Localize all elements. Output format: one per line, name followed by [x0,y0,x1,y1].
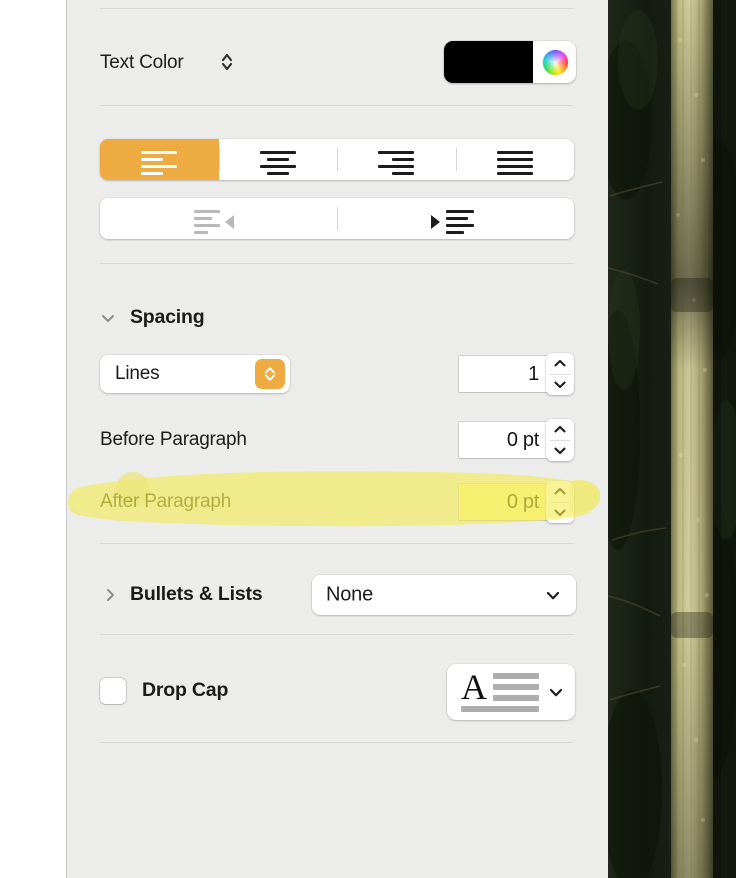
divider-top [100,8,574,9]
drop-cap-checkbox[interactable] [100,678,126,704]
paragraph-indent-group[interactable] [100,198,574,239]
align-left-button[interactable] [100,139,219,180]
drop-cap-preview-bar [493,695,539,701]
chevron-down-icon[interactable] [100,310,116,326]
align-right-icon [374,147,418,175]
after-paragraph-input[interactable]: 0 pt [459,484,549,520]
line-spacing-mode-label: Lines [115,363,160,384]
increase-indent-icon [429,206,483,234]
align-center-button[interactable] [218,139,338,180]
stepper-up[interactable] [546,481,574,502]
divider-after-spacing [100,543,574,544]
drop-cap-style-dropdown[interactable]: A [447,664,575,720]
decrease-indent-button[interactable] [100,198,337,239]
before-paragraph-input[interactable]: 0 pt [459,422,549,458]
format-inspector-panel: Text Color Spacing Lines 1 Before Paragr… [67,0,608,878]
paragraph-alignment-group[interactable] [100,139,574,180]
align-center-icon [256,147,300,175]
up-down-chevron-icon[interactable] [255,359,285,389]
align-right-button[interactable] [337,139,456,180]
before-paragraph-label: Before Paragraph [100,429,247,450]
after-paragraph-stepper[interactable] [546,481,574,523]
document-canvas[interactable] [0,0,66,878]
text-color-well[interactable] [444,41,576,83]
chevron-down-icon[interactable] [544,586,562,609]
drop-cap-preview-letter: A [461,667,487,707]
before-paragraph-stepper[interactable] [546,419,574,461]
divider-after-dropcap [100,742,574,743]
increase-indent-button[interactable] [337,198,574,239]
text-color-label: Text Color [100,52,184,73]
bullets-lists-selected-option: None [326,583,374,606]
color-swatch[interactable] [444,41,533,83]
app-window: Text Color Spacing Lines 1 Before Paragr… [0,0,736,878]
stepper-down[interactable] [546,374,574,395]
stepper-up[interactable] [546,419,574,440]
up-down-chevron-icon[interactable] [220,51,234,73]
triangle-left-icon [224,214,234,229]
line-spacing-stepper[interactable] [546,353,574,395]
decrease-indent-icon [192,206,246,234]
align-justify-button[interactable] [455,139,575,180]
drop-cap-preview-bar [493,684,539,690]
after-paragraph-value: 0 pt [506,490,539,513]
triangle-right-icon [430,214,440,229]
chevron-down-icon[interactable] [547,683,565,706]
chevron-right-icon[interactable] [102,587,118,603]
drop-cap-label: Drop Cap [142,679,229,701]
line-spacing-mode-popup[interactable]: Lines [100,355,290,393]
drop-cap-preview-bar [493,673,539,679]
divider-after-text-color [100,105,574,106]
spacing-section-title[interactable]: Spacing [130,306,205,329]
divider-after-alignment [100,263,574,264]
divider-after-bullets [100,634,574,635]
drop-cap-preview-bar [461,706,539,712]
stepper-up[interactable] [546,353,574,374]
stepper-down[interactable] [546,440,574,461]
color-wheel-icon[interactable] [543,50,568,75]
tree-trunk-photo[interactable] [608,0,736,878]
stepper-down[interactable] [546,502,574,523]
align-left-icon [137,147,181,175]
line-spacing-value-input[interactable]: 1 [459,356,549,392]
bullets-lists-section-title[interactable]: Bullets & Lists [130,583,263,606]
align-justify-icon [493,147,537,175]
before-paragraph-value: 0 pt [506,428,539,451]
after-paragraph-label: After Paragraph [100,491,232,512]
bullets-lists-dropdown[interactable]: None [312,575,576,615]
